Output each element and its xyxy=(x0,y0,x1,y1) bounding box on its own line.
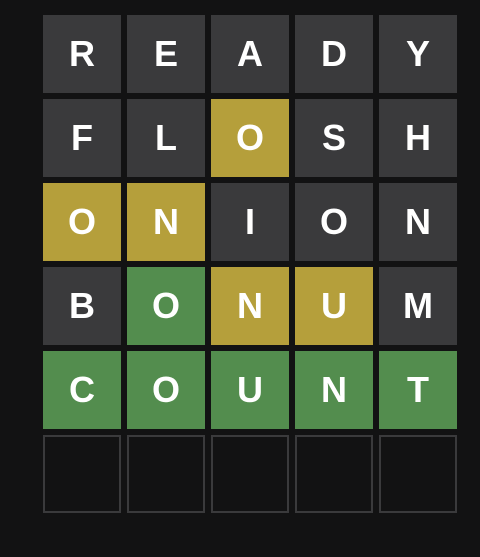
tile-r5-c2: O xyxy=(127,351,205,429)
tile-r5-c3: U xyxy=(211,351,289,429)
tile-r2-c4: S xyxy=(295,99,373,177)
game-board: R E A D Y F L O S H O N I O N B O N U M … xyxy=(43,15,457,513)
tile-r1-c1: R xyxy=(43,15,121,93)
tile-r3-c2: N xyxy=(127,183,205,261)
tile-r6-c5 xyxy=(379,435,457,513)
tile-r2-c2: L xyxy=(127,99,205,177)
tile-r3-c1: O xyxy=(43,183,121,261)
tile-r6-c3 xyxy=(211,435,289,513)
tile-r1-c2: E xyxy=(127,15,205,93)
tile-r2-c1: F xyxy=(43,99,121,177)
tile-r3-c4: O xyxy=(295,183,373,261)
tile-r5-c1: C xyxy=(43,351,121,429)
tile-r4-c5: M xyxy=(379,267,457,345)
tile-r5-c4: N xyxy=(295,351,373,429)
tile-r4-c1: B xyxy=(43,267,121,345)
tile-r4-c2: O xyxy=(127,267,205,345)
tile-r6-c4 xyxy=(295,435,373,513)
tile-r5-c5: T xyxy=(379,351,457,429)
tile-r1-c4: D xyxy=(295,15,373,93)
tile-r6-c1 xyxy=(43,435,121,513)
tile-r4-c3: N xyxy=(211,267,289,345)
tile-r3-c5: N xyxy=(379,183,457,261)
tile-r1-c5: Y xyxy=(379,15,457,93)
tile-r6-c2 xyxy=(127,435,205,513)
tile-r4-c4: U xyxy=(295,267,373,345)
tile-r3-c3: I xyxy=(211,183,289,261)
tile-r2-c5: H xyxy=(379,99,457,177)
tile-r1-c3: A xyxy=(211,15,289,93)
tile-r2-c3: O xyxy=(211,99,289,177)
